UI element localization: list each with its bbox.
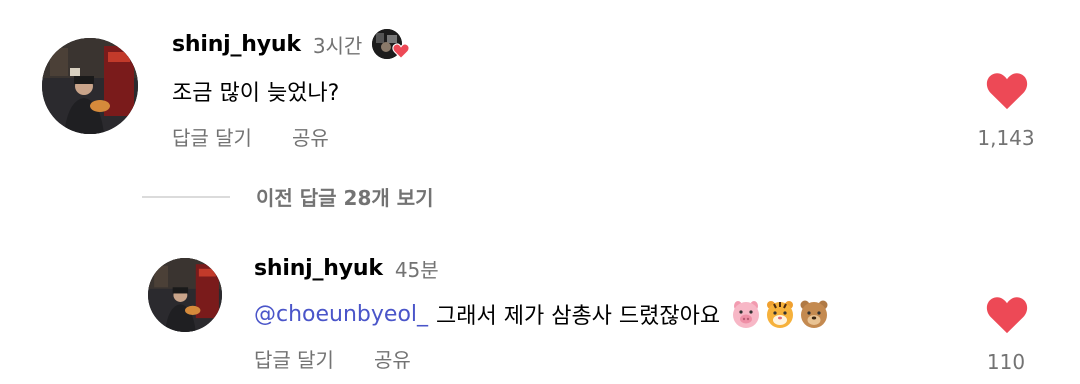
username[interactable]: shinj_hyuk: [172, 32, 301, 57]
heart-icon: [392, 43, 410, 59]
like-count: 110: [986, 350, 1026, 374]
avatar[interactable]: [42, 38, 138, 134]
comment-header: shinj_hyuk 3시간: [172, 26, 410, 62]
avatar[interactable]: [148, 258, 222, 332]
like-count: 1,143: [977, 126, 1035, 150]
heart-icon: [986, 297, 1028, 334]
author-liked-badge: [372, 29, 410, 59]
username[interactable]: shinj_hyuk: [254, 256, 383, 281]
reply-header: shinj_hyuk 45분: [254, 250, 439, 286]
like-button[interactable]: [986, 72, 1028, 110]
share-button[interactable]: 공유: [292, 122, 329, 151]
reply-text-row: @choeunbyeol_ 그래서 제가 삼총사 드렸잖아요: [254, 296, 830, 332]
like-button[interactable]: [986, 296, 1028, 334]
comment-actions: 답글 달기 공유: [172, 122, 329, 151]
share-button[interactable]: 공유: [374, 344, 411, 373]
heart-icon: [986, 73, 1028, 110]
reply-actions: 답글 달기 공유: [254, 344, 411, 373]
view-replies-label: 이전 답글 28개 보기: [256, 186, 434, 210]
reply-button[interactable]: 답글 달기: [254, 344, 334, 373]
avatar-image: [148, 258, 222, 332]
pig-face-emoji: [730, 298, 762, 330]
avatar-image: [42, 38, 138, 134]
timestamp: 45분: [394, 257, 439, 282]
view-previous-replies[interactable]: 이전 답글 28개 보기: [142, 182, 434, 211]
reply-button[interactable]: 답글 달기: [172, 122, 252, 151]
tiger-face-emoji: [764, 298, 796, 330]
divider-line: [142, 195, 230, 198]
comment-text: 조금 많이 늦었나?: [172, 81, 340, 106]
mention-link[interactable]: @choeunbyeol_: [254, 302, 428, 327]
bear-face-emoji: [798, 298, 830, 330]
timestamp: 3시간: [312, 33, 363, 58]
reply-text: 그래서 제가 삼총사 드렸잖아요: [436, 304, 721, 329]
